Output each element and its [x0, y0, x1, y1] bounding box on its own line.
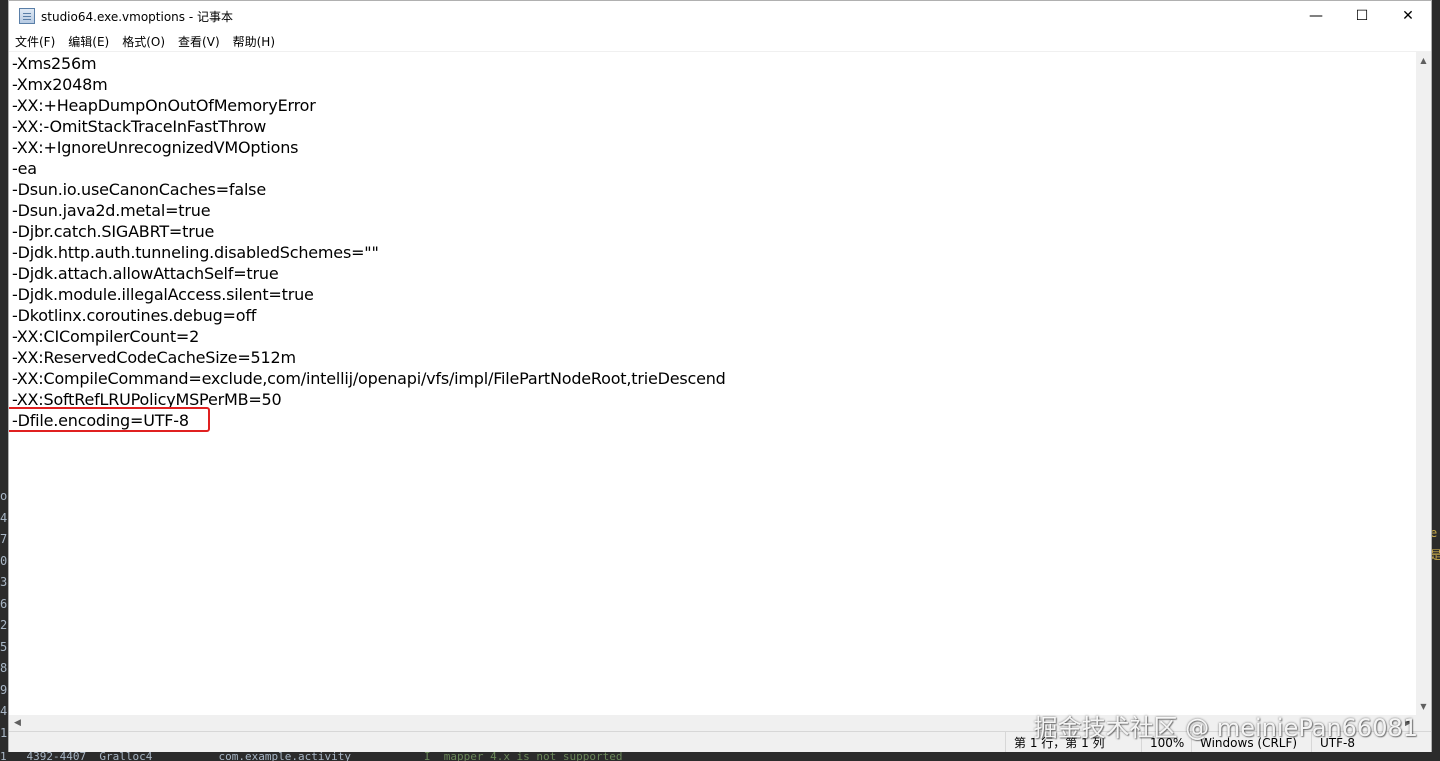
- editor-line[interactable]: -XX:ReservedCodeCacheSize=512m: [9, 347, 1417, 368]
- watermark: 掘金技术社区 @ meiniePan66081: [1033, 714, 1418, 742]
- editor-line[interactable]: -Djbr.catch.SIGABRT=true: [9, 221, 1417, 242]
- red-highlight-box: [9, 407, 210, 432]
- editor-line[interactable]: -ea: [9, 158, 1417, 179]
- editor-line[interactable]: -Djdk.attach.allowAttachSelf=true: [9, 263, 1417, 284]
- editor-line[interactable]: -XX:SoftRefLRUPolicyMSPerMB=50: [9, 389, 1417, 410]
- minimize-button[interactable]: —: [1293, 1, 1339, 31]
- minimize-icon: —: [1309, 8, 1323, 24]
- title-bar[interactable]: studio64.exe.vmoptions - 记事本 — ☐ ✕: [9, 1, 1431, 31]
- notepad-window: studio64.exe.vmoptions - 记事本 — ☐ ✕ 文件(F)…: [8, 0, 1432, 752]
- menu-file[interactable]: 文件(F): [9, 33, 62, 50]
- editor-line[interactable]: -Xms256m: [9, 53, 1417, 74]
- close-button[interactable]: ✕: [1385, 1, 1431, 31]
- scroll-down-arrow-icon[interactable]: ▼: [1416, 698, 1431, 715]
- editor-line[interactable]: -Dkotlinx.coroutines.debug=off: [9, 305, 1417, 326]
- scrollbar-corner: [1416, 715, 1431, 731]
- notepad-icon: [19, 8, 35, 24]
- background-ide-gutter: or 4 7 0 3 6 2 5 8 9 4 1: [0, 486, 14, 761]
- window-title: studio64.exe.vmoptions - 记事本: [41, 9, 233, 24]
- editor-line[interactable]: -XX:CICompilerCount=2: [9, 326, 1417, 347]
- menu-format[interactable]: 格式(O): [116, 33, 172, 50]
- menu-edit[interactable]: 编辑(E): [62, 33, 116, 50]
- editor-line[interactable]: -XX:CompileCommand=exclude,com/intellij/…: [9, 368, 1417, 389]
- scroll-up-arrow-icon[interactable]: ▲: [1416, 52, 1431, 69]
- maximize-button[interactable]: ☐: [1339, 1, 1385, 31]
- text-editor[interactable]: -Xms256m -Xmx2048m -XX:+HeapDumpOnOutOfM…: [9, 52, 1417, 715]
- vertical-scrollbar[interactable]: ▲ ▼: [1416, 52, 1431, 715]
- editor-line[interactable]: -Xmx2048m: [9, 74, 1417, 95]
- editor-line[interactable]: -Dsun.io.useCanonCaches=false: [9, 179, 1417, 200]
- menu-help[interactable]: 帮助(H): [227, 33, 282, 50]
- editor-line[interactable]: -Dsun.java2d.metal=true: [9, 200, 1417, 221]
- scroll-left-arrow-icon[interactable]: ◀: [9, 715, 26, 731]
- menu-view[interactable]: 查看(V): [172, 33, 227, 50]
- menu-bar: 文件(F) 编辑(E) 格式(O) 查看(V) 帮助(H): [9, 31, 1431, 52]
- editor-line[interactable]: -Djdk.http.auth.tunneling.disabledScheme…: [9, 242, 1417, 263]
- editor-line[interactable]: -XX:+HeapDumpOnOutOfMemoryError: [9, 95, 1417, 116]
- close-icon: ✕: [1402, 8, 1414, 24]
- editor-line[interactable]: -XX:-OmitStackTraceInFastThrow: [9, 116, 1417, 137]
- background-ide-log-line: 1 4392-4407 Gralloc4 com.example.activit…: [0, 752, 1440, 761]
- editor-line-file-encoding[interactable]: -Dfile.encoding=UTF-8: [9, 410, 1417, 431]
- maximize-icon: ☐: [1355, 8, 1369, 24]
- editor-line[interactable]: -XX:+IgnoreUnrecognizedVMOptions: [9, 137, 1417, 158]
- window-controls: — ☐ ✕: [1293, 1, 1431, 31]
- editor-line[interactable]: -Djdk.module.illegalAccess.silent=true: [9, 284, 1417, 305]
